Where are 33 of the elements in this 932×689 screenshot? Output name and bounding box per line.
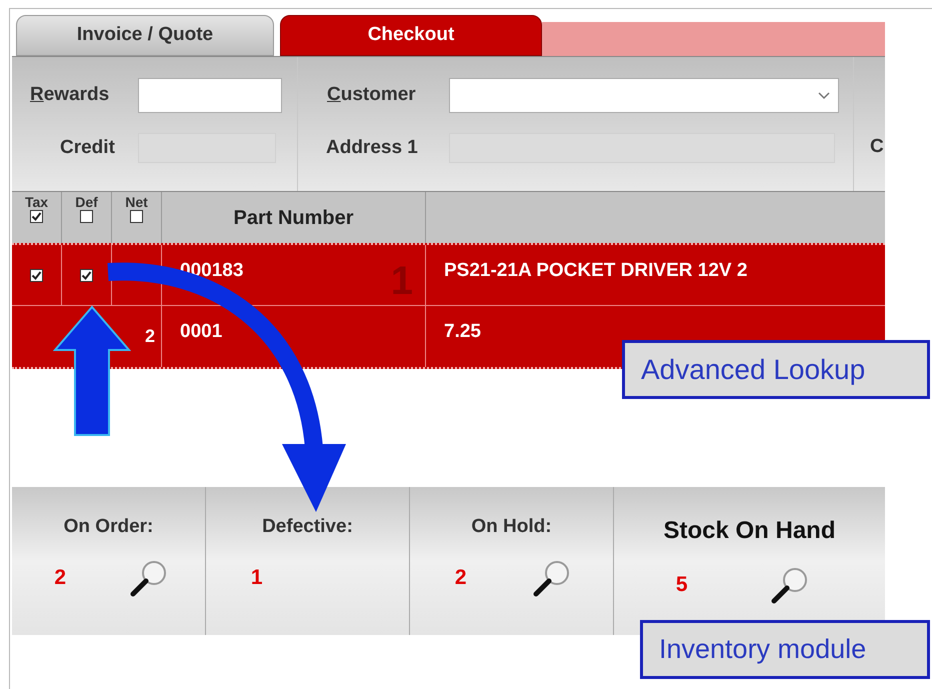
checkbox[interactable]	[80, 268, 93, 282]
table-cell: PS21-21A POCKET DRIVER 12V 2	[444, 260, 748, 281]
checkbox[interactable]	[130, 210, 143, 223]
column-label: Tax	[24, 194, 48, 210]
tab[interactable]: Checkout	[280, 15, 542, 56]
checkbox[interactable]	[80, 210, 93, 223]
field-label: C	[870, 135, 884, 159]
field-label: Credit	[60, 136, 116, 160]
stat-label: Stock On Hand	[662, 516, 837, 546]
stat-value: 1	[250, 564, 264, 591]
stat-label: Defective:	[261, 515, 354, 539]
field-label: Customer	[327, 83, 417, 108]
stat-value: 2	[53, 564, 68, 591]
table-cell-text: 2	[144, 325, 155, 348]
checkbox[interactable]	[30, 210, 43, 223]
column-label: Net	[125, 194, 148, 210]
stat-value: 5	[674, 572, 689, 598]
stat-value: 2	[454, 564, 468, 591]
rewards-field[interactable]	[138, 78, 282, 113]
field-label: Address 1	[326, 136, 419, 160]
callout: Advanced Lookup	[622, 340, 930, 399]
field-label: Rewards	[30, 83, 110, 108]
column-label: Def	[75, 194, 98, 210]
checkbox[interactable]	[30, 268, 43, 282]
stat-label: On Hold:	[470, 515, 553, 539]
stat-label: On Order:	[62, 515, 154, 539]
column-header: Part Number	[233, 206, 354, 230]
table-cell: 7.25	[444, 321, 481, 342]
tab[interactable]: Invoice / Quote	[16, 15, 274, 56]
table-cell-text: 0001	[180, 320, 222, 344]
callout: Inventory module	[640, 620, 930, 679]
chevron-down-icon	[818, 92, 830, 100]
search-icon[interactable]	[770, 565, 810, 605]
